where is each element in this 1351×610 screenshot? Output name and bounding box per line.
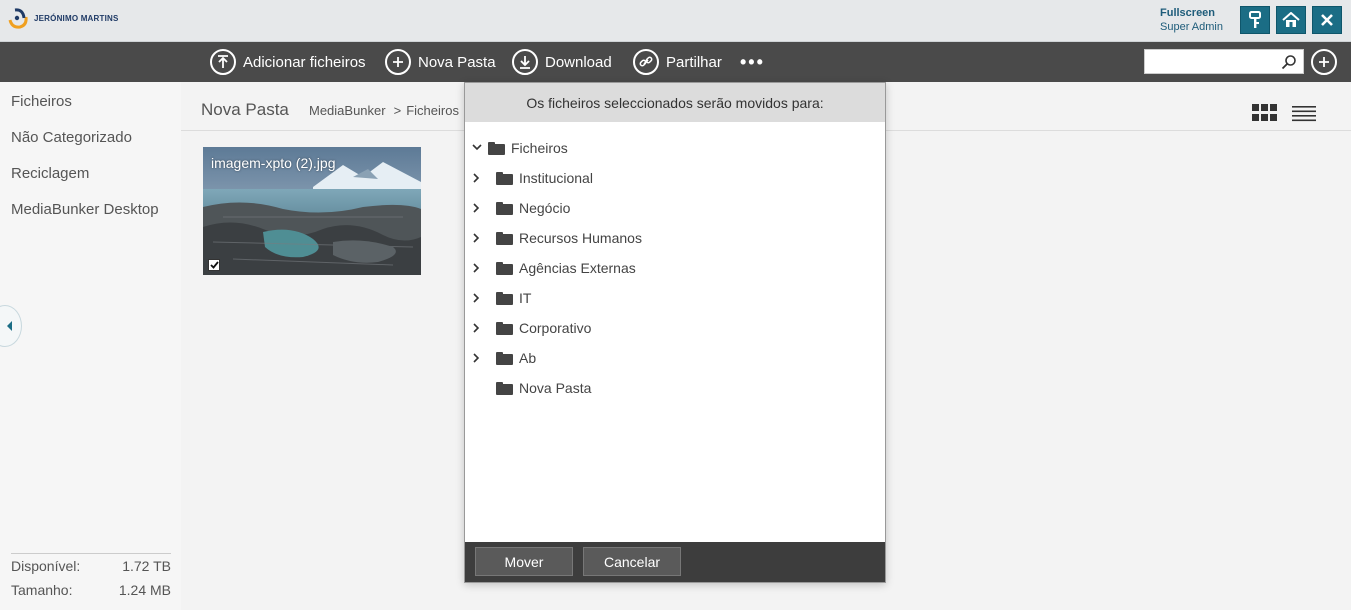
tree-node-label: Nova Pasta <box>519 380 592 396</box>
chevron-right-icon[interactable] <box>472 233 488 243</box>
sidebar-item-recycle[interactable]: Reciclagem <box>11 165 89 182</box>
tree-node-label: Ficheiros <box>511 140 568 156</box>
share-button[interactable]: Partilhar <box>633 49 722 75</box>
breadcrumb: MediaBunker > Ficheiros <box>309 103 459 118</box>
search-box <box>1144 49 1304 74</box>
upload-icon <box>210 49 236 75</box>
add-files-label: Adicionar ficheiros <box>243 53 366 71</box>
chevron-down-icon[interactable] <box>472 143 488 153</box>
close-button[interactable] <box>1312 6 1342 34</box>
tree-node-label: Negócio <box>519 200 571 216</box>
checkmark-icon <box>209 261 219 269</box>
home-icon <box>1282 12 1300 27</box>
file-checkbox[interactable] <box>208 259 220 271</box>
folder-icon <box>496 321 513 335</box>
home-button[interactable] <box>1276 6 1306 34</box>
folder-icon <box>496 351 513 365</box>
tree-node-agencias-externas[interactable]: Agências Externas <box>472 258 636 278</box>
tree-node-root[interactable]: Ficheiros <box>472 138 568 158</box>
link-icon <box>633 49 659 75</box>
dialog-footer: Mover Cancelar <box>465 542 885 582</box>
folder-icon <box>496 231 513 245</box>
tree-node-negocio[interactable]: Negócio <box>472 198 570 218</box>
folder-icon <box>496 381 513 395</box>
size-value: 1.24 MB <box>118 582 171 598</box>
tree-node-label: Agências Externas <box>519 260 636 276</box>
tree-node-label: Ab <box>519 350 537 366</box>
chevron-right-icon[interactable] <box>472 353 488 363</box>
top-header: JERÓNIMO MARTINS Fullscreen Super Admin <box>0 0 1351 42</box>
page-title: Nova Pasta <box>201 100 289 119</box>
chevron-right-icon[interactable] <box>472 173 488 183</box>
tree-node-it[interactable]: IT <box>472 288 531 308</box>
logo-text: JERÓNIMO MARTINS <box>34 13 119 23</box>
sidebar-item-files[interactable]: Ficheiros <box>11 93 72 110</box>
more-options-button[interactable]: ••• <box>740 52 765 73</box>
plus-icon <box>1319 57 1329 67</box>
chevron-right-icon[interactable] <box>472 203 488 213</box>
size-label: Tamanho: <box>11 582 73 598</box>
available-value: 1.72 TB <box>122 558 171 574</box>
breadcrumb-separator: > <box>393 103 402 118</box>
sidebar-item-desktop[interactable]: MediaBunker Desktop <box>11 201 159 218</box>
breadcrumb-item-files[interactable]: Ficheiros <box>406 103 459 118</box>
add-files-button[interactable]: Adicionar ficheiros <box>210 49 366 75</box>
tree-node-label: IT <box>519 290 532 306</box>
plus-icon <box>385 49 411 75</box>
close-icon <box>1321 14 1333 26</box>
download-button[interactable]: Download <box>512 49 612 75</box>
folder-icon <box>496 261 513 275</box>
chevron-right-icon[interactable] <box>472 293 488 303</box>
new-folder-button[interactable]: Nova Pasta <box>385 49 496 75</box>
add-button[interactable] <box>1311 49 1337 75</box>
user-info: Fullscreen Super Admin <box>1160 6 1223 34</box>
chevron-right-icon[interactable] <box>472 323 488 333</box>
grid-view-icon[interactable] <box>1252 104 1278 122</box>
download-label: Download <box>545 53 612 71</box>
storage-stats: Disponível: 1.72 TB Tamanho: 1.24 MB <box>11 553 171 602</box>
new-folder-label: Nova Pasta <box>418 53 496 71</box>
chevron-left-icon <box>7 321 12 331</box>
key-button[interactable] <box>1240 6 1270 34</box>
share-label: Partilhar <box>666 53 722 71</box>
tree-node-ab[interactable]: Ab <box>472 348 536 368</box>
sidebar: Ficheiros Não Categorizado Reciclagem Me… <box>0 82 181 610</box>
list-view-icon[interactable] <box>1292 104 1316 122</box>
tree-node-nova-pasta[interactable]: Nova Pasta <box>472 378 591 398</box>
tree-node-label: Corporativo <box>519 320 592 336</box>
file-name: imagem-xpto (2).jpg <box>211 155 336 171</box>
folder-icon <box>488 141 505 155</box>
file-thumbnail[interactable]: imagem-xpto (2).jpg <box>203 147 421 275</box>
move-button[interactable]: Mover <box>475 547 573 576</box>
available-label: Disponível: <box>11 558 81 574</box>
chevron-right-icon[interactable] <box>472 263 488 273</box>
cancel-button[interactable]: Cancelar <box>583 547 681 576</box>
tree-node-label: Institucional <box>519 170 593 186</box>
logo-mark-icon <box>6 6 30 30</box>
user-role: Super Admin <box>1160 21 1223 33</box>
folder-icon <box>496 201 513 215</box>
fullscreen-link[interactable]: Fullscreen <box>1160 6 1223 20</box>
company-logo: JERÓNIMO MARTINS <box>6 6 119 30</box>
folder-icon <box>496 291 513 305</box>
download-icon <box>512 49 538 75</box>
dialog-header: Os ficheiros seleccionados serão movidos… <box>465 83 885 122</box>
sidebar-item-uncategorized[interactable]: Não Categorizado <box>11 129 132 146</box>
search-input[interactable] <box>1145 50 1277 73</box>
key-icon <box>1249 11 1261 28</box>
tree-node-institucional[interactable]: Institucional <box>472 168 593 188</box>
folder-icon <box>496 171 513 185</box>
tree-node-corporativo[interactable]: Corporativo <box>472 318 591 338</box>
tree-node-label: Recursos Humanos <box>519 230 642 246</box>
move-files-dialog: Os ficheiros seleccionados serão movidos… <box>464 82 886 583</box>
search-icon[interactable] <box>1281 54 1297 70</box>
breadcrumb-item-root[interactable]: MediaBunker <box>309 103 386 118</box>
tree-node-recursos-humanos[interactable]: Recursos Humanos <box>472 228 642 248</box>
